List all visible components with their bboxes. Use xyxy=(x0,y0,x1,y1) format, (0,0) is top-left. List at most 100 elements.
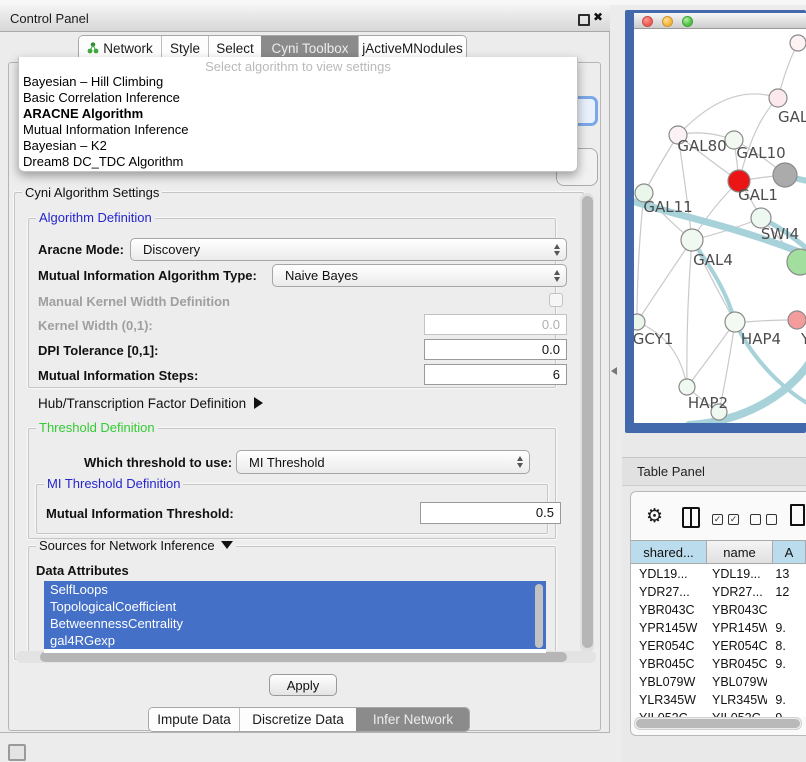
table-row[interactable]: YBR045CYBR045C9. xyxy=(631,655,806,673)
tab-label: jActiveMNodules xyxy=(362,41,463,56)
attribute-item[interactable]: TopologicalCoefficient xyxy=(44,598,546,615)
network-node[interactable] xyxy=(790,35,806,51)
table-cell: YBL079W xyxy=(631,673,704,691)
mi-threshold-field[interactable]: 0.5 xyxy=(420,502,561,524)
mi-type-combo[interactable]: Naive Bayes xyxy=(272,264,567,287)
apply-button[interactable]: Apply xyxy=(269,674,337,696)
network-node[interactable] xyxy=(787,249,806,275)
attributes-list-scrollbar[interactable] xyxy=(535,584,543,648)
node-label: HAP4 xyxy=(741,330,781,348)
select-all-checkbox-icon[interactable]: ✓ xyxy=(728,514,739,525)
aracne-mode-combo[interactable]: Discovery xyxy=(130,238,567,261)
table-cell: YBR043C xyxy=(631,601,704,619)
minimize-traffic-light-icon[interactable] xyxy=(662,16,673,27)
document-icon[interactable] xyxy=(790,504,805,526)
hub-section-toggle[interactable]: Hub/Transcription Factor Definition xyxy=(38,396,263,411)
network-node[interactable] xyxy=(788,311,806,329)
table-row[interactable]: YBR043CYBR043C xyxy=(631,601,806,619)
table-cell: YLR345W xyxy=(704,691,767,709)
mi-threshold-label: Mutual Information Threshold: xyxy=(46,506,234,521)
split-columns-icon[interactable] xyxy=(682,507,700,528)
data-attributes-list[interactable]: SelfLoopsTopologicalCoefficientBetweenne… xyxy=(44,581,546,653)
network-node[interactable] xyxy=(769,89,787,107)
table-cell: 8. xyxy=(767,637,806,655)
tab-label: Network xyxy=(103,41,153,56)
node-label: SWI4 xyxy=(761,225,799,243)
panel-collapse-handle-icon[interactable] xyxy=(611,367,617,375)
table-cell: YDL19... xyxy=(631,565,704,583)
table-cell: YDR27... xyxy=(631,583,704,601)
network-window-titlebar[interactable] xyxy=(634,13,806,29)
algorithm-option[interactable]: Dream8 DC_TDC Algorithm xyxy=(19,154,577,170)
table-hscroll-thumb[interactable] xyxy=(636,719,800,728)
table-cell: YPR145W xyxy=(704,619,767,637)
table-cell: 9. xyxy=(767,619,806,637)
column-header[interactable]: shared... xyxy=(631,541,707,563)
column-header[interactable]: A xyxy=(773,541,806,563)
attribute-item[interactable]: SelfLoops xyxy=(44,581,546,598)
table-row[interactable]: YER054CYER054C8. xyxy=(631,637,806,655)
tab-impute-data[interactable]: Impute Data xyxy=(149,708,239,731)
tab-infer-network[interactable]: Infer Network xyxy=(356,708,469,731)
close-icon[interactable]: ✖ xyxy=(593,10,603,24)
sources-title-text: Sources for Network Inference xyxy=(39,538,215,553)
tab-discretize-data[interactable]: Discretize Data xyxy=(239,708,356,731)
mi-steps-field[interactable]: 6 xyxy=(424,364,567,385)
kernel-width-field[interactable]: 0.0 xyxy=(424,314,567,335)
combo-arrows-icon xyxy=(511,456,529,468)
network-canvas[interactable]: GALGAL80GAL10GAL1GAL11SWI4GAL4GCY1HAP4YH… xyxy=(634,29,806,423)
table-cell xyxy=(767,601,806,619)
table-cell: YIL052C xyxy=(631,709,704,717)
which-threshold-combo[interactable]: MI Threshold xyxy=(236,450,530,474)
network-node[interactable] xyxy=(725,312,745,332)
network-node[interactable] xyxy=(681,229,703,251)
deselect-all-checkbox-icon[interactable] xyxy=(750,514,761,525)
mi-type-value: Naive Bayes xyxy=(273,268,548,283)
algorithm-option[interactable]: ARACNE Algorithm xyxy=(19,106,577,122)
control-panel-titlebar xyxy=(0,5,610,32)
node-label: GCY1 xyxy=(634,330,673,348)
settings-hscroll-thumb[interactable] xyxy=(40,652,567,662)
attribute-item[interactable]: gal4RGexp xyxy=(44,632,546,649)
bottom-tab-bar: Impute DataDiscretize DataInfer Network xyxy=(148,707,470,732)
network-node[interactable] xyxy=(634,314,645,330)
table-row[interactable]: YDR27...YDR27...12 xyxy=(631,583,806,601)
table-row[interactable]: YLR345WYLR345W9. xyxy=(631,691,806,709)
dpi-tolerance-field[interactable]: 0.0 xyxy=(424,339,567,360)
column-header[interactable]: name xyxy=(707,541,773,563)
table-cell xyxy=(767,673,806,691)
settings-vscroll-thumb[interactable] xyxy=(582,196,593,648)
table-cell: YBR043C xyxy=(704,601,767,619)
sources-group-title[interactable]: Sources for Network Inference xyxy=(36,539,236,552)
collapsed-panel-button[interactable] xyxy=(8,744,26,761)
gear-icon[interactable]: ⚙ xyxy=(646,505,663,528)
table-cell: YBR045C xyxy=(631,655,704,673)
tab-label: Style xyxy=(170,41,200,56)
aracne-mode-label: Aracne Mode: xyxy=(38,242,124,257)
table-row[interactable]: YPR145WYPR145W9. xyxy=(631,619,806,637)
algorithm-option[interactable]: Basic Correlation Inference xyxy=(19,90,577,106)
algorithm-option[interactable]: Bayesian – K2 xyxy=(19,138,577,154)
data-attributes-label: Data Attributes xyxy=(36,563,129,578)
tab-label: Select xyxy=(216,41,254,56)
table-row[interactable]: YBL079WYBL079W xyxy=(631,673,806,691)
table-row[interactable]: YDL19...YDL19...13 xyxy=(631,565,806,583)
network-node[interactable] xyxy=(679,379,695,395)
zoom-traffic-light-icon[interactable] xyxy=(682,16,693,27)
deselect-all-checkbox-icon[interactable] xyxy=(766,514,777,525)
hub-section-label: Hub/Transcription Factor Definition xyxy=(38,396,246,411)
float-window-icon[interactable] xyxy=(578,14,590,26)
table-cell: YLR345W xyxy=(631,691,704,709)
algorithm-option[interactable]: Bayesian – Hill Climbing xyxy=(19,74,577,90)
dpi-tolerance-label: DPI Tolerance [0,1]: xyxy=(38,343,158,358)
manual-kernel-checkbox[interactable] xyxy=(549,293,563,307)
table-rows: YDL19...YDL19...13YDR27...YDR27...12YBR0… xyxy=(631,565,806,717)
collapse-down-icon xyxy=(221,541,233,549)
algorithm-option[interactable]: Mutual Information Inference xyxy=(19,122,577,138)
attribute-item[interactable]: BetweennessCentrality xyxy=(44,615,546,632)
select-all-checkbox-icon[interactable]: ✓ xyxy=(712,514,723,525)
table-cell: YPR145W xyxy=(631,619,704,637)
table-row[interactable]: YIL052CYIL052C9 xyxy=(631,709,806,717)
network-node[interactable] xyxy=(773,163,797,187)
close-traffic-light-icon[interactable] xyxy=(642,16,653,27)
